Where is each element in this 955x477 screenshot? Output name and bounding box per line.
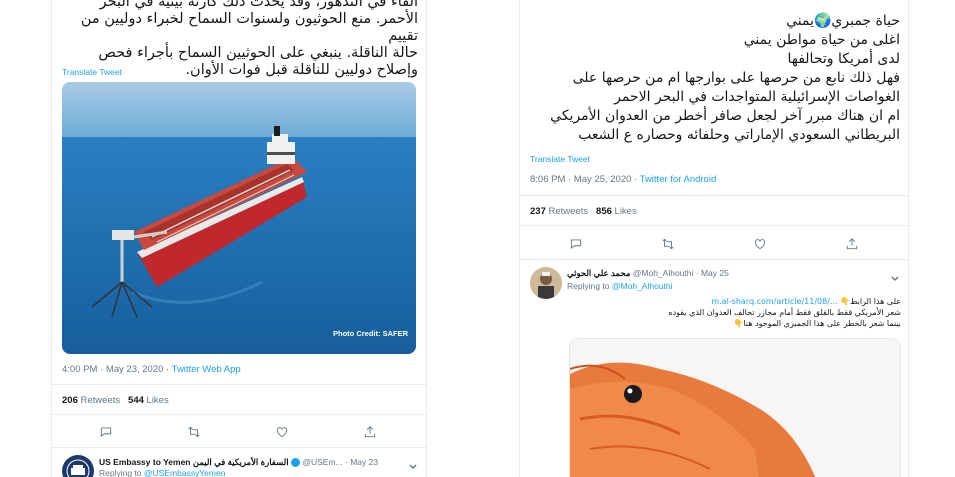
- embassy-replying-to: Replying to @USEmbassyYemen: [99, 468, 225, 477]
- us-embassy-avatar[interactable]: [62, 455, 94, 477]
- tanker-ship-image: [62, 82, 416, 354]
- embassy-reply-header: US Embassy to Yemen السفارة الأمريكية في…: [99, 457, 378, 468]
- right-tweet-timestamp: 8:06 PM · May 25, 2020 · Twitter for And…: [530, 174, 716, 185]
- divider: [520, 225, 908, 226]
- divider: [52, 384, 426, 385]
- replying-to-handle[interactable]: @USEmbassyYemen: [144, 468, 226, 477]
- user-portrait-icon: [530, 267, 562, 299]
- houthi-reply-line: بينما شعر بالخطر على هذا الجمبري الموجود…: [733, 319, 902, 328]
- right-tweet-line: الغواصات الإسرائيلية المتواجدات في البحر…: [614, 89, 900, 105]
- left-tweet-actions: [98, 424, 378, 440]
- embassy-handle[interactable]: @USEm...: [302, 457, 342, 467]
- retweet-icon[interactable]: [660, 236, 676, 252]
- houthi-line1-prefix: على هذا الرابط👇: [840, 297, 901, 306]
- right-tweet-source-link[interactable]: Twitter for Android: [640, 174, 717, 185]
- embassy-arabic-name[interactable]: السفارة الأمريكية في اليمن: [193, 457, 289, 467]
- houthi-handle[interactable]: @Moh_Alhouthi: [633, 268, 694, 278]
- right-likes-count[interactable]: 856: [596, 206, 612, 217]
- right-tweet-time[interactable]: 8:06 PM · May 25, 2020 ·: [530, 174, 640, 185]
- left-tweet-source-link[interactable]: Twitter Web App: [172, 364, 241, 375]
- houthi-date[interactable]: · May 25: [696, 268, 729, 278]
- replying-to-label: Replying to: [567, 281, 610, 291]
- left-likes-label[interactable]: Likes: [147, 395, 169, 406]
- houthi-reply-text: على هذا الرابط👇 m.al-sharq.com/article/1…: [569, 296, 901, 329]
- share-icon[interactable]: [844, 236, 860, 252]
- left-tweet-line: الأحمر. منع الحوثيون ولسنوات السماح لخبر…: [80, 11, 418, 44]
- photo-credit: Photo Credit: SAFER: [333, 329, 408, 338]
- left-tweet-line: حالة الناقلة. ينبغي على الحوثيين السماح …: [98, 45, 418, 61]
- replying-to-label: Replying to: [99, 468, 142, 477]
- right-tweet-line: فهل ذلك نابع من حرصها على بوارجها ام من …: [572, 70, 900, 86]
- reply-icon[interactable]: [568, 236, 584, 252]
- right-retweets-count[interactable]: 237: [530, 206, 546, 217]
- chevron-down-icon[interactable]: [890, 269, 900, 282]
- houthi-reply-line: على هذا الرابط👇 m.al-sharq.com/article/1…: [569, 296, 901, 307]
- shrimp-image: [570, 339, 900, 477]
- replying-to-handle[interactable]: @Moh_Alhouthi: [612, 281, 673, 291]
- houthi-name[interactable]: محمد علي الحوثي: [567, 268, 630, 278]
- left-retweets-count[interactable]: 206: [62, 395, 78, 406]
- left-tweet-line: ألقاء في التدهور، وقد يحدث ذلك كارثة بيئ…: [99, 0, 418, 10]
- heart-icon[interactable]: [274, 424, 290, 440]
- right-tweet-line: اغلى من حياة مواطن يمني: [743, 32, 900, 48]
- left-tweet-card: ألقاء في التدهور، وقد يحدث ذلك كارثة بيئ…: [51, 0, 427, 477]
- embassy-date[interactable]: · May 23: [345, 457, 378, 467]
- heart-icon[interactable]: [752, 236, 768, 252]
- right-retweets-label[interactable]: Retweets: [549, 206, 589, 217]
- divider: [520, 195, 908, 196]
- retweet-icon[interactable]: [186, 424, 202, 440]
- chevron-down-icon[interactable]: [408, 457, 418, 470]
- right-tweet-text: حياة جمبري🌍يمني اغلى من حياة مواطن يمني …: [530, 12, 900, 145]
- right-tweet-actions: [568, 236, 860, 252]
- right-tweet-line: لدى أمريكا وتحالفها: [787, 51, 900, 67]
- right-tweet-card: حياة جمبري🌍يمني اغلى من حياة مواطن يمني …: [519, 0, 909, 477]
- left-tweet-timestamp: 4:00 PM · May 23, 2020 · Twitter Web App: [62, 364, 241, 375]
- left-likes-count[interactable]: 544: [128, 395, 144, 406]
- translate-tweet-link[interactable]: Translate Tweet: [530, 154, 590, 164]
- article-link[interactable]: m.al-sharq.com/article/11/08/...: [711, 297, 837, 306]
- verified-badge-icon: [291, 458, 300, 468]
- embassy-name[interactable]: US Embassy to Yemen: [99, 457, 191, 467]
- left-retweets-label[interactable]: Retweets: [81, 395, 121, 406]
- shrimp-photo[interactable]: [569, 338, 901, 477]
- translate-tweet-link[interactable]: Translate Tweet: [62, 67, 122, 77]
- left-tweet-stats: 206 Retweets 544 Likes: [62, 395, 169, 406]
- houthi-replying-to: Replying to @Moh_Alhouthi: [567, 281, 673, 291]
- embassy-seal-icon: [63, 456, 93, 477]
- divider: [520, 259, 908, 260]
- right-likes-label[interactable]: Likes: [615, 206, 637, 217]
- right-tweet-line: حياة جمبري🌍يمني: [786, 13, 900, 29]
- divider: [52, 447, 426, 448]
- right-tweet-line: البريطاني السعودي الإماراتي وحلفائه وحصا…: [578, 127, 900, 143]
- reply-icon[interactable]: [98, 424, 114, 440]
- houthi-reply-header: محمد علي الحوثي @Moh_Alhouthi · May 25: [567, 268, 729, 279]
- right-tweet-stats: 237 Retweets 856 Likes: [530, 206, 637, 217]
- right-tweet-line: ام ان هناك مبرر آخر لجعل صافر أخطر من ال…: [550, 108, 900, 124]
- divider: [52, 414, 426, 415]
- tanker-photo[interactable]: Photo Credit: SAFER: [62, 82, 416, 354]
- share-icon[interactable]: [362, 424, 378, 440]
- houthi-reply-line: شعر الأمريكي فقط بالقلق فقط أمام مجازر ت…: [668, 308, 901, 317]
- moh-alhouthi-avatar[interactable]: [530, 267, 562, 299]
- left-tweet-time[interactable]: 4:00 PM · May 23, 2020 ·: [62, 364, 172, 375]
